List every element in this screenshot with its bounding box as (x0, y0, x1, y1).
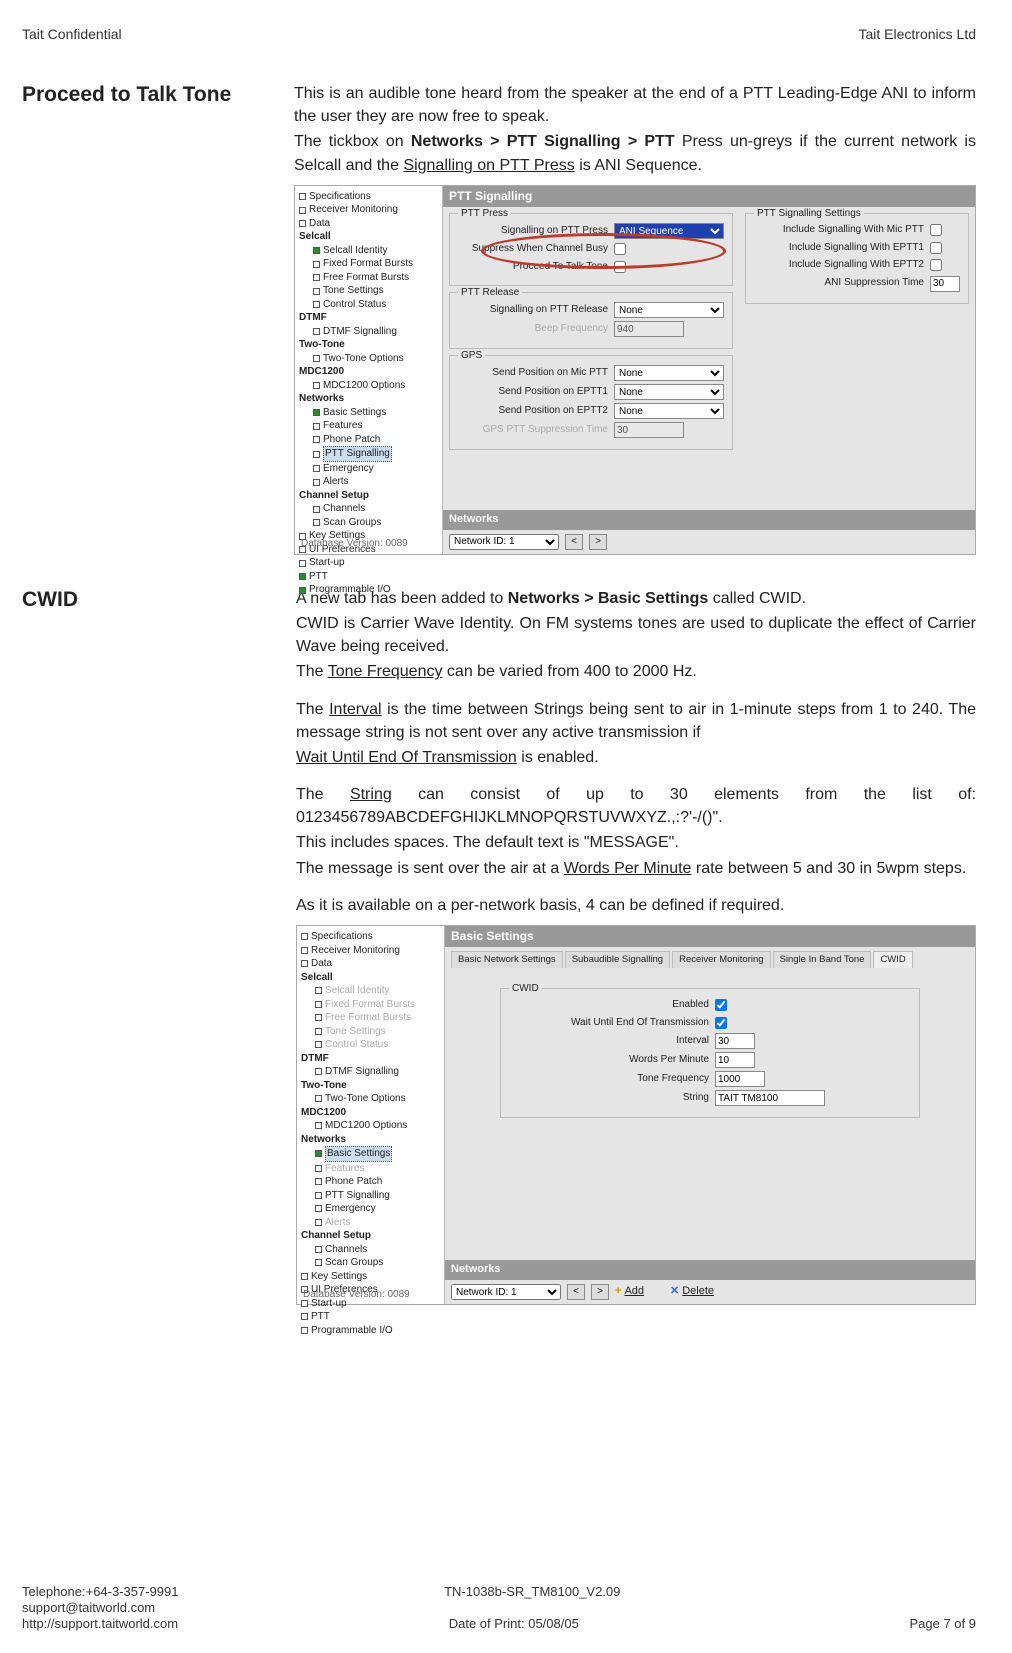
s2-p9: As it is available on a per-network basi… (296, 894, 976, 917)
gps-eptt2-select[interactable]: None (614, 403, 724, 419)
networks-bar-2: Networks (445, 1260, 975, 1280)
page-footer: Telephone:+64-3-357-9991 TN-1038b-SR_TM8… (22, 1583, 976, 1631)
delete-button[interactable]: ✕Delete (670, 1284, 714, 1300)
cwid-wait-check[interactable] (715, 1017, 727, 1029)
beep-freq-input (614, 321, 684, 337)
section1-title: Proceed to Talk Tone (22, 82, 260, 569)
inc-sig-eptt2-check[interactable] (930, 259, 942, 271)
nav-next-1[interactable]: > (589, 534, 607, 550)
tree-panel-2: SpecificationsReceiver MonitoringDataSel… (297, 926, 445, 1304)
ani-suppress-input[interactable] (930, 276, 960, 292)
footer-doc: TN-1038b-SR_TM8100_V2.09 (444, 1584, 620, 1599)
tab-subaudible-signalling[interactable]: Subaudible Signalling (565, 951, 670, 968)
add-button[interactable]: +Add (615, 1284, 644, 1300)
network-id-select-1[interactable]: Network ID: 1 (449, 534, 559, 550)
grp-ptt-press: PTT Press (458, 207, 511, 222)
network-id-select-2[interactable]: Network ID: 1 (451, 1284, 561, 1300)
tab-receiver-monitoring[interactable]: Receiver Monitoring (672, 951, 770, 968)
s2-p5: Wait Until End Of Transmission is enable… (296, 746, 976, 769)
proceed-talk-tone-check[interactable] (614, 261, 626, 273)
signalling-ptt-press-select[interactable]: ANI Sequence (614, 223, 724, 239)
footer-web: http://support.taitworld.com (22, 1616, 178, 1631)
header-left: Tait Confidential (22, 26, 122, 42)
signalling-ptt-release-select[interactable]: None (614, 302, 724, 318)
grp-ptt-release: PTT Release (458, 286, 522, 301)
db-version-1: Database Version: 0089 (301, 537, 408, 552)
tab-cwid[interactable]: CWID (873, 951, 912, 968)
nav-next-2[interactable]: > (591, 1284, 609, 1300)
footer-page: Page 7 of 9 (909, 1616, 976, 1631)
header-right: Tait Electronics Ltd (859, 26, 977, 42)
footer-tel: Telephone:+64-3-357-9991 (22, 1584, 179, 1599)
inc-sig-mic-check[interactable] (930, 224, 942, 236)
section2-title: CWID (22, 587, 262, 1319)
nav-prev-1[interactable]: < (565, 534, 583, 550)
tab-single-in-band-tone[interactable]: Single In Band Tone (773, 951, 872, 968)
nav-prev-2[interactable]: < (567, 1284, 585, 1300)
gps-mic-select[interactable]: None (614, 365, 724, 381)
cwid-enabled-check[interactable] (715, 999, 727, 1011)
pane-title-1: PTT Signalling (443, 186, 975, 207)
grp-cwid: CWID (509, 982, 542, 997)
footer-date: Date of Print: 05/08/05 (449, 1616, 579, 1631)
s2-p7: This includes spaces. The default text i… (296, 831, 976, 854)
suppress-busy-check[interactable] (614, 243, 626, 255)
pane-title-2: Basic Settings (445, 926, 975, 947)
footer-email: support@taitworld.com (22, 1600, 155, 1615)
cwid-interval-input[interactable] (715, 1033, 755, 1049)
s1-p2: The tickbox on Networks > PTT Signalling… (294, 130, 976, 176)
s1-p1: This is an audible tone heard from the s… (294, 82, 976, 128)
cwid-wpm-input[interactable] (715, 1052, 755, 1068)
cwid-tone-input[interactable] (715, 1071, 765, 1087)
tab-basic-network-settings[interactable]: Basic Network Settings (451, 951, 563, 968)
inc-sig-eptt1-check[interactable] (930, 242, 942, 254)
s2-p8: The message is sent over the air at a Wo… (296, 857, 976, 880)
gps-suppress-input (614, 422, 684, 438)
s2-p6: The String can consist of up to 30 eleme… (296, 783, 976, 829)
db-version-2: Database Version: 0089 (303, 1288, 410, 1303)
s2-p3: The Tone Frequency can be varied from 40… (296, 660, 976, 683)
s2-p2: CWID is Carrier Wave Identity. On FM sys… (296, 612, 976, 658)
grp-gps: GPS (458, 349, 485, 364)
networks-bar-1: Networks (443, 510, 975, 530)
gps-eptt1-select[interactable]: None (614, 384, 724, 400)
tabs-row: Basic Network SettingsSubaudible Signall… (451, 951, 969, 968)
tree-panel-1: SpecificationsReceiver MonitoringDataSel… (295, 186, 443, 554)
grp-ptt-settings: PTT Signalling Settings (754, 207, 864, 222)
cwid-string-input[interactable] (715, 1090, 825, 1106)
s2-p4: The Interval is the time between Strings… (296, 698, 976, 744)
